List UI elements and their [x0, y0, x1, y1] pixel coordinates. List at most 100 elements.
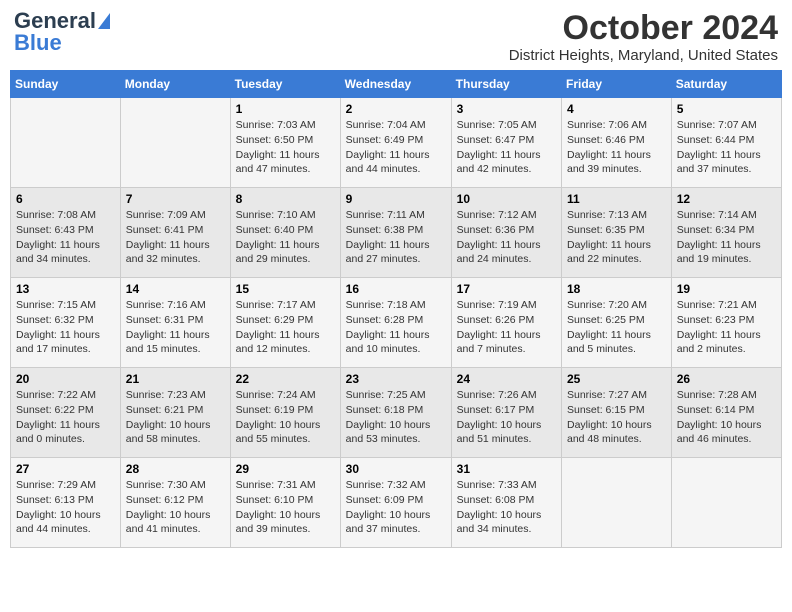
- day-info: Sunrise: 7:28 AMSunset: 6:14 PMDaylight:…: [677, 388, 776, 447]
- day-number: 12: [677, 192, 776, 206]
- day-info: Sunrise: 7:10 AMSunset: 6:40 PMDaylight:…: [236, 208, 335, 267]
- day-of-week-header: Tuesday: [230, 71, 340, 98]
- day-info: Sunrise: 7:20 AMSunset: 6:25 PMDaylight:…: [567, 298, 666, 357]
- calendar-cell: 13 Sunrise: 7:15 AMSunset: 6:32 PMDayligh…: [11, 278, 121, 368]
- day-number: 24: [457, 372, 556, 386]
- day-number: 23: [346, 372, 446, 386]
- day-number: 30: [346, 462, 446, 476]
- day-number: 16: [346, 282, 446, 296]
- calendar-table: SundayMondayTuesdayWednesdayThursdayFrid…: [10, 70, 782, 548]
- calendar-cell: 26 Sunrise: 7:28 AMSunset: 6:14 PMDayligh…: [671, 368, 781, 458]
- day-number: 25: [567, 372, 666, 386]
- calendar-cell: 11 Sunrise: 7:13 AMSunset: 6:35 PMDayligh…: [562, 188, 672, 278]
- calendar-cell: 23 Sunrise: 7:25 AMSunset: 6:18 PMDayligh…: [340, 368, 451, 458]
- location-title: District Heights, Maryland, United State…: [509, 47, 778, 64]
- day-of-week-header: Monday: [120, 71, 230, 98]
- calendar-week-row: 1 Sunrise: 7:03 AMSunset: 6:50 PMDaylight…: [11, 98, 782, 188]
- day-of-week-header: Thursday: [451, 71, 561, 98]
- day-number: 13: [16, 282, 115, 296]
- calendar-cell: 25 Sunrise: 7:27 AMSunset: 6:15 PMDayligh…: [562, 368, 672, 458]
- day-info: Sunrise: 7:04 AMSunset: 6:49 PMDaylight:…: [346, 118, 446, 177]
- day-info: Sunrise: 7:11 AMSunset: 6:38 PMDaylight:…: [346, 208, 446, 267]
- calendar-cell: 10Sunrise: 7:12 AMSunset: 6:36 PMDayligh…: [451, 188, 561, 278]
- calendar-cell: 18Sunrise: 7:20 AMSunset: 6:25 PMDayligh…: [562, 278, 672, 368]
- calendar-cell: 28Sunrise: 7:30 AMSunset: 6:12 PMDayligh…: [120, 458, 230, 548]
- day-info: Sunrise: 7:15 AMSunset: 6:32 PMDaylight:…: [16, 298, 115, 357]
- day-number: 21: [126, 372, 225, 386]
- day-number: 11: [567, 192, 666, 206]
- day-number: 4: [567, 102, 666, 116]
- day-number: 6: [16, 192, 115, 206]
- calendar-cell: 30 Sunrise: 7:32 AMSunset: 6:09 PMDayligh…: [340, 458, 451, 548]
- day-info: Sunrise: 7:21 AMSunset: 6:23 PMDaylight:…: [677, 298, 776, 357]
- calendar-cell: 3 Sunrise: 7:05 AMSunset: 6:47 PMDaylight…: [451, 98, 561, 188]
- day-info: Sunrise: 7:29 AMSunset: 6:13 PMDaylight:…: [16, 478, 115, 537]
- month-title: October 2024: [509, 10, 778, 47]
- page-header: General Blue October 2024 District Heigh…: [10, 10, 782, 64]
- calendar-cell: 12 Sunrise: 7:14 AMSunset: 6:34 PMDayligh…: [671, 188, 781, 278]
- day-info: Sunrise: 7:23 AMSunset: 6:21 PMDaylight:…: [126, 388, 225, 447]
- day-of-week-header: Sunday: [11, 71, 121, 98]
- day-info: Sunrise: 7:05 AMSunset: 6:47 PMDaylight:…: [457, 118, 556, 177]
- day-info: Sunrise: 7:14 AMSunset: 6:34 PMDaylight:…: [677, 208, 776, 267]
- day-info: Sunrise: 7:13 AMSunset: 6:35 PMDaylight:…: [567, 208, 666, 267]
- day-info: Sunrise: 7:30 AMSunset: 6:12 PMDaylight:…: [126, 478, 225, 537]
- day-info: Sunrise: 7:17 AMSunset: 6:29 PMDaylight:…: [236, 298, 335, 357]
- calendar-cell: 6 Sunrise: 7:08 AMSunset: 6:43 PMDaylight…: [11, 188, 121, 278]
- calendar-cell: 31Sunrise: 7:33 AMSunset: 6:08 PMDayligh…: [451, 458, 561, 548]
- day-info: Sunrise: 7:24 AMSunset: 6:19 PMDaylight:…: [236, 388, 335, 447]
- day-info: Sunrise: 7:19 AMSunset: 6:26 PMDaylight:…: [457, 298, 556, 357]
- day-info: Sunrise: 7:32 AMSunset: 6:09 PMDaylight:…: [346, 478, 446, 537]
- day-number: 3: [457, 102, 556, 116]
- calendar-cell: 21 Sunrise: 7:23 AMSunset: 6:21 PMDayligh…: [120, 368, 230, 458]
- day-number: 7: [126, 192, 225, 206]
- logo-text: General: [14, 10, 96, 32]
- calendar-week-row: 27 Sunrise: 7:29 AMSunset: 6:13 PMDayligh…: [11, 458, 782, 548]
- calendar-header-row: SundayMondayTuesdayWednesdayThursdayFrid…: [11, 71, 782, 98]
- day-number: 14: [126, 282, 225, 296]
- day-info: Sunrise: 7:03 AMSunset: 6:50 PMDaylight:…: [236, 118, 335, 177]
- day-number: 22: [236, 372, 335, 386]
- title-block: October 2024 District Heights, Maryland,…: [509, 10, 778, 64]
- day-number: 9: [346, 192, 446, 206]
- day-number: 27: [16, 462, 115, 476]
- day-number: 17: [457, 282, 556, 296]
- calendar-cell: 9 Sunrise: 7:11 AMSunset: 6:38 PMDaylight…: [340, 188, 451, 278]
- calendar-cell: 19 Sunrise: 7:21 AMSunset: 6:23 PMDayligh…: [671, 278, 781, 368]
- day-of-week-header: Saturday: [671, 71, 781, 98]
- calendar-cell: [671, 458, 781, 548]
- day-info: Sunrise: 7:06 AMSunset: 6:46 PMDaylight:…: [567, 118, 666, 177]
- day-number: 19: [677, 282, 776, 296]
- day-info: Sunrise: 7:16 AMSunset: 6:31 PMDaylight:…: [126, 298, 225, 357]
- day-number: 8: [236, 192, 335, 206]
- day-number: 29: [236, 462, 335, 476]
- calendar-cell: 29 Sunrise: 7:31 AMSunset: 6:10 PMDayligh…: [230, 458, 340, 548]
- day-number: 2: [346, 102, 446, 116]
- day-of-week-header: Wednesday: [340, 71, 451, 98]
- day-number: 15: [236, 282, 335, 296]
- day-info: Sunrise: 7:08 AMSunset: 6:43 PMDaylight:…: [16, 208, 115, 267]
- day-info: Sunrise: 7:12 AMSunset: 6:36 PMDaylight:…: [457, 208, 556, 267]
- calendar-cell: 20Sunrise: 7:22 AMSunset: 6:22 PMDayligh…: [11, 368, 121, 458]
- day-info: Sunrise: 7:31 AMSunset: 6:10 PMDaylight:…: [236, 478, 335, 537]
- day-info: Sunrise: 7:07 AMSunset: 6:44 PMDaylight:…: [677, 118, 776, 177]
- day-info: Sunrise: 7:09 AMSunset: 6:41 PMDaylight:…: [126, 208, 225, 267]
- logo-arrow-icon: [98, 13, 110, 29]
- day-number: 1: [236, 102, 335, 116]
- calendar-cell: 14 Sunrise: 7:16 AMSunset: 6:31 PMDayligh…: [120, 278, 230, 368]
- calendar-cell: 22 Sunrise: 7:24 AMSunset: 6:19 PMDayligh…: [230, 368, 340, 458]
- day-info: Sunrise: 7:18 AMSunset: 6:28 PMDaylight:…: [346, 298, 446, 357]
- calendar-week-row: 6 Sunrise: 7:08 AMSunset: 6:43 PMDaylight…: [11, 188, 782, 278]
- calendar-cell: 7 Sunrise: 7:09 AMSunset: 6:41 PMDaylight…: [120, 188, 230, 278]
- day-number: 5: [677, 102, 776, 116]
- calendar-cell: 15 Sunrise: 7:17 AMSunset: 6:29 PMDayligh…: [230, 278, 340, 368]
- calendar-week-row: 13 Sunrise: 7:15 AMSunset: 6:32 PMDayligh…: [11, 278, 782, 368]
- calendar-cell: [562, 458, 672, 548]
- day-info: Sunrise: 7:27 AMSunset: 6:15 PMDaylight:…: [567, 388, 666, 447]
- day-of-week-header: Friday: [562, 71, 672, 98]
- day-info: Sunrise: 7:25 AMSunset: 6:18 PMDaylight:…: [346, 388, 446, 447]
- day-info: Sunrise: 7:26 AMSunset: 6:17 PMDaylight:…: [457, 388, 556, 447]
- calendar-cell: 27 Sunrise: 7:29 AMSunset: 6:13 PMDayligh…: [11, 458, 121, 548]
- logo: General Blue: [14, 10, 110, 54]
- day-number: 26: [677, 372, 776, 386]
